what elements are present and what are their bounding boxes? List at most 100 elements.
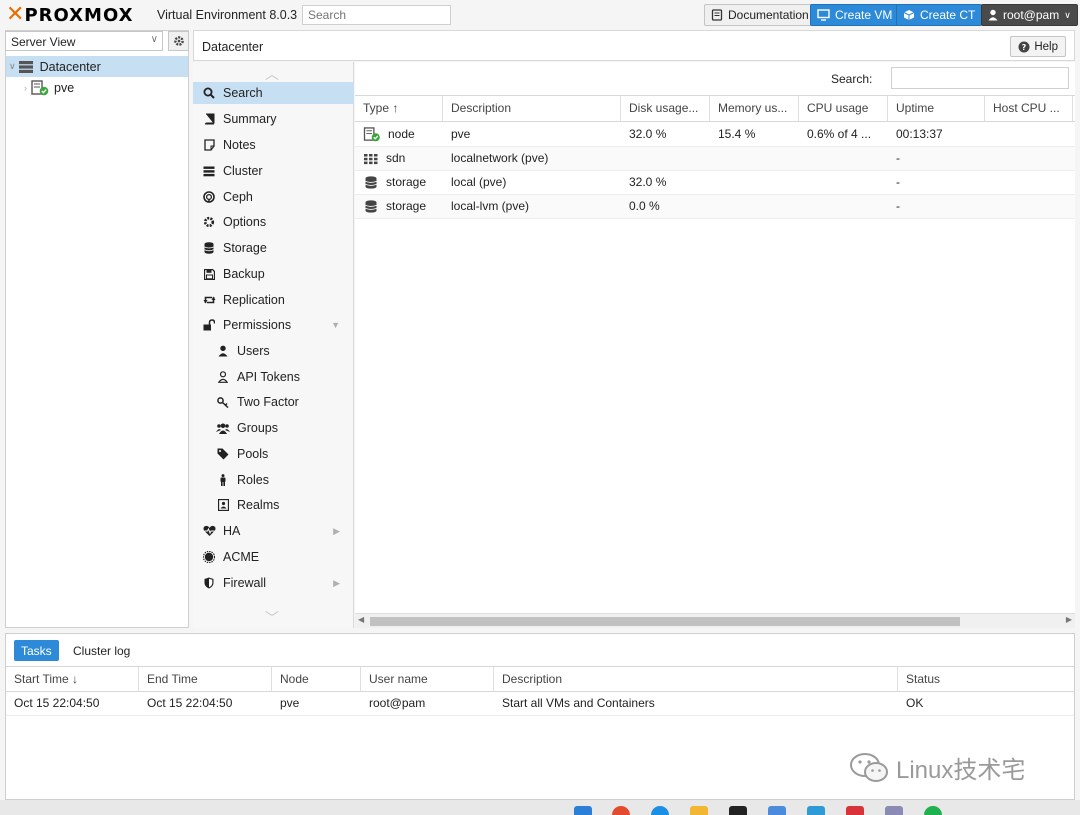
table-row[interactable]: sdn localnetwork (pve) - <box>355 147 1075 171</box>
column-header-cpu-usage[interactable]: CPU usage <box>799 96 888 121</box>
resource-search-grid: Search: Type ↑ Description Disk usage...… <box>355 62 1075 628</box>
column-header-memory-usage[interactable]: Memory us... <box>710 96 799 121</box>
nav-item-label: Two Factor <box>237 395 299 409</box>
nav-item-backup[interactable]: Backup <box>193 263 354 285</box>
nav-item-storage[interactable]: Storage <box>193 237 354 259</box>
app-icon[interactable] <box>807 806 825 815</box>
scroll-down-arrow-icon[interactable]: ﹀ <box>265 608 279 628</box>
column-header-description[interactable]: Description <box>494 667 898 691</box>
expander-right-icon[interactable]: ▶ <box>333 578 340 589</box>
nav-item-firewall[interactable]: Firewall ▶ <box>193 572 354 594</box>
nav-item-users[interactable]: Users <box>193 340 354 362</box>
help-button[interactable]: ? Help <box>1010 36 1066 57</box>
nav-item-label: Options <box>223 215 267 229</box>
nav-item-label: Realms <box>237 498 280 512</box>
scroll-right-arrow-icon[interactable]: ▶ <box>1066 615 1072 624</box>
cell-uptime: 00:13:37 <box>896 127 943 141</box>
nav-item-notes[interactable]: Notes <box>193 134 354 156</box>
cell-disk-usage: 32.0 % <box>629 127 667 141</box>
app-icon[interactable] <box>846 806 864 815</box>
server-rack-icon <box>18 60 33 73</box>
cell-disk-usage: 0.0 % <box>629 199 660 213</box>
users-icon <box>215 420 231 436</box>
scrollbar-thumb[interactable] <box>370 617 960 626</box>
column-header-status[interactable]: Status <box>898 667 1074 691</box>
nav-item-label: Permissions <box>223 318 292 332</box>
table-row[interactable]: storage local-lvm (pve) 0.0 % - <box>355 195 1075 219</box>
expander-down-icon[interactable]: ▼ <box>331 320 340 330</box>
create-vm-button[interactable]: Create VM <box>810 4 900 26</box>
tab-cluster-log[interactable]: Cluster log <box>66 640 137 661</box>
tree-item-label: pve <box>54 80 75 95</box>
global-search-input[interactable] <box>302 5 451 25</box>
nav-item-permissions[interactable]: Permissions ▼ <box>193 314 354 336</box>
nav-item-cluster[interactable]: Cluster <box>193 160 354 182</box>
create-ct-label: Create CT <box>920 8 976 22</box>
tree-item-pve[interactable]: › pve <box>6 77 188 98</box>
tree-item-datacenter[interactable]: ∨ Datacenter <box>6 56 188 77</box>
nav-item-ceph[interactable]: Ceph <box>193 186 354 208</box>
nav-item-replication[interactable]: Replication <box>193 289 354 311</box>
chevron-down-icon: ∨ <box>1064 9 1071 20</box>
nav-item-summary[interactable]: Summary <box>193 108 354 130</box>
windows-start-icon[interactable] <box>574 806 592 815</box>
column-header-user-name[interactable]: User name <box>361 667 494 691</box>
svg-text:?: ? <box>1022 43 1027 52</box>
nav-item-search[interactable]: Search <box>193 82 354 104</box>
cell-uptime: - <box>896 199 900 213</box>
nav-item-label: Replication <box>223 293 285 307</box>
column-header-node[interactable]: Node <box>272 667 361 691</box>
nav-item-ha[interactable]: HA ▶ <box>193 520 354 542</box>
watermark-text: Linux技术宅 <box>896 757 1026 784</box>
nav-item-label: API Tokens <box>237 370 301 384</box>
column-header-start-time[interactable]: Start Time ↓ <box>6 667 139 691</box>
app-icon[interactable] <box>885 806 903 815</box>
cell-uptime: - <box>896 175 900 189</box>
help-label: Help <box>1034 40 1058 53</box>
nav-item-label: Cluster <box>223 164 263 178</box>
nav-item-two-factor[interactable]: Two Factor <box>193 391 354 413</box>
terminal-icon[interactable] <box>729 806 747 815</box>
column-header-uptime[interactable]: Uptime <box>888 96 985 121</box>
expander-right-icon[interactable]: ▶ <box>333 526 340 537</box>
nav-item-roles[interactable]: Roles <box>193 469 354 491</box>
certificate-icon <box>201 549 217 565</box>
nav-item-acme[interactable]: ACME <box>193 546 354 568</box>
column-header-end-time[interactable]: End Time <box>139 667 272 691</box>
cell-type: storage <box>386 199 427 213</box>
tree-item-label: Datacenter <box>39 59 101 74</box>
tree-settings-button[interactable] <box>168 31 189 51</box>
server-view-select[interactable]: Server View ∨ <box>5 31 163 51</box>
note-icon <box>201 137 217 153</box>
nav-item-realms[interactable]: Realms <box>193 494 354 516</box>
proxmox-logo[interactable]: ✕ PROXMOX <box>6 4 133 26</box>
table-row[interactable]: node pve 32.0 % 15.4 % 0.6% of 4 ... 00:… <box>355 123 1075 147</box>
create-ct-button[interactable]: Create CT <box>896 4 983 26</box>
table-row[interactable]: storage local (pve) 32.0 % - <box>355 171 1075 195</box>
nav-item-label: Firewall <box>223 576 267 590</box>
column-header-host-cpu[interactable]: Host CPU ... <box>985 96 1073 121</box>
file-explorer-icon[interactable] <box>690 806 708 815</box>
tab-tasks[interactable]: Tasks <box>14 640 59 661</box>
scroll-left-arrow-icon[interactable]: ◀ <box>358 615 364 624</box>
cell-user-name: root@pam <box>369 696 426 710</box>
proxmox-x-icon: ✕ <box>6 2 25 27</box>
horizontal-scrollbar[interactable]: ◀ ▶ <box>355 613 1075 628</box>
user-icon <box>215 343 231 359</box>
nav-item-pools[interactable]: Pools <box>193 443 354 465</box>
nav-item-groups[interactable]: Groups <box>193 417 354 439</box>
nav-item-options[interactable]: Options <box>193 211 354 233</box>
column-header-disk-usage[interactable]: Disk usage... <box>621 96 710 121</box>
documentation-button[interactable]: Documentation <box>704 4 816 26</box>
cell-uptime: - <box>896 151 900 165</box>
column-header-description[interactable]: Description <box>443 96 621 121</box>
user-menu-button[interactable]: root@pam ∨ <box>981 4 1078 26</box>
cell-end-time: Oct 15 22:04:50 <box>147 696 233 710</box>
app-icon[interactable] <box>768 806 786 815</box>
scroll-up-arrow-icon[interactable]: ︿ <box>265 64 279 84</box>
column-header-type[interactable]: Type ↑ <box>355 96 443 121</box>
table-row[interactable]: Oct 15 22:04:50 Oct 15 22:04:50 pve root… <box>6 692 1074 716</box>
nav-item-api-tokens[interactable]: API Tokens <box>193 366 354 388</box>
resource-tree-panel <box>5 30 189 628</box>
grid-search-input[interactable] <box>891 67 1069 89</box>
